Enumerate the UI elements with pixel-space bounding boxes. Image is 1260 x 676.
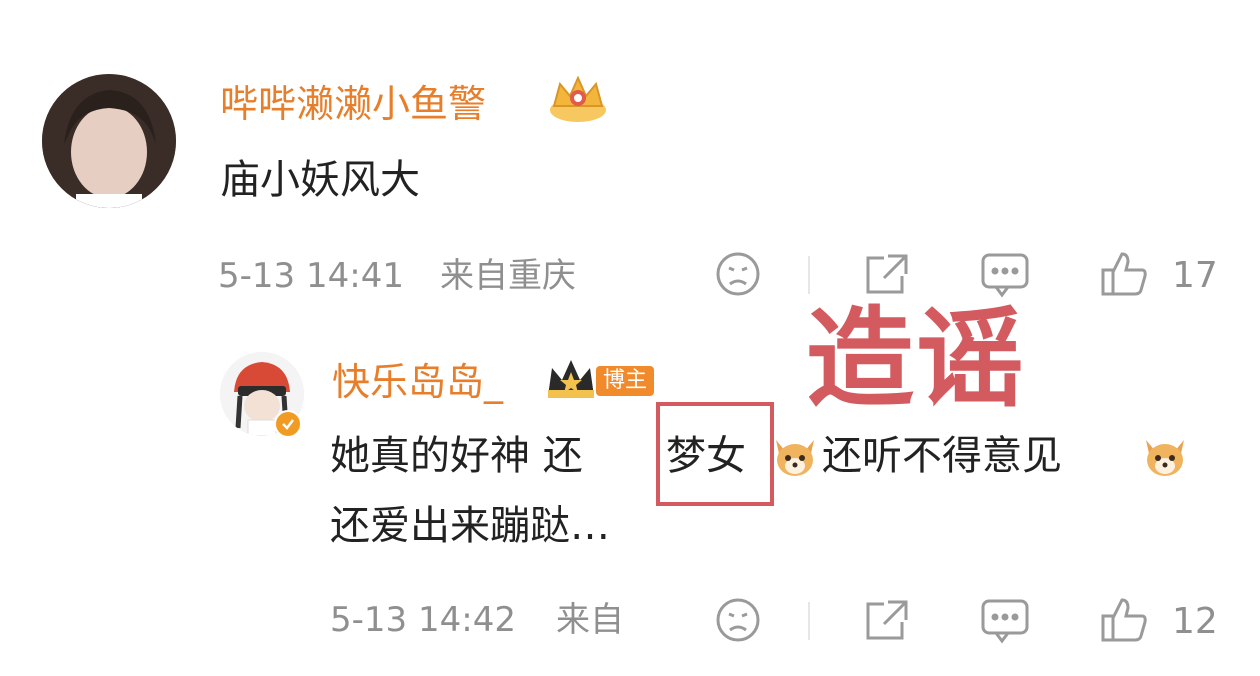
like-icon[interactable]	[1100, 596, 1150, 644]
comment-text-2-part1: 她真的好神 还	[330, 433, 583, 479]
comment-text-2-line2: 还爱出来蹦跶…	[330, 503, 610, 549]
username-1[interactable]: 哔哔濑濑小鱼警	[220, 82, 486, 126]
divider	[808, 602, 810, 640]
dog-emoji-icon	[770, 430, 820, 480]
comment-text-1: 庙小妖风大	[220, 157, 420, 203]
location-1: 来自重庆	[440, 256, 576, 296]
comment-icon[interactable]	[980, 252, 1030, 298]
share-icon[interactable]	[862, 598, 910, 644]
avatar-user1[interactable]	[42, 74, 176, 208]
dog-emoji-icon	[1140, 430, 1190, 480]
like-icon[interactable]	[1100, 250, 1150, 298]
crown-icon	[546, 72, 610, 126]
share-icon[interactable]	[862, 252, 910, 298]
comment-icon[interactable]	[980, 598, 1030, 644]
location-2: 来自	[556, 600, 624, 640]
highlight-box	[656, 402, 774, 506]
blogger-badge: 博主	[596, 366, 655, 396]
like-count-1: 17	[1172, 255, 1218, 296]
comment-text-2-part2: 还听不得意见	[822, 433, 1062, 479]
dislike-face-icon[interactable]	[714, 250, 762, 298]
username-2[interactable]: 快乐岛岛_	[332, 360, 503, 404]
dislike-face-icon[interactable]	[714, 596, 762, 644]
crown-icon	[544, 356, 598, 402]
divider	[808, 256, 810, 294]
timestamp-2: 5-13 14:42	[330, 600, 516, 640]
verified-icon	[274, 410, 302, 438]
like-count-2: 12	[1172, 601, 1218, 642]
timestamp-1: 5-13 14:41	[218, 256, 404, 296]
annotation-stamp: 造谣	[806, 297, 1027, 422]
